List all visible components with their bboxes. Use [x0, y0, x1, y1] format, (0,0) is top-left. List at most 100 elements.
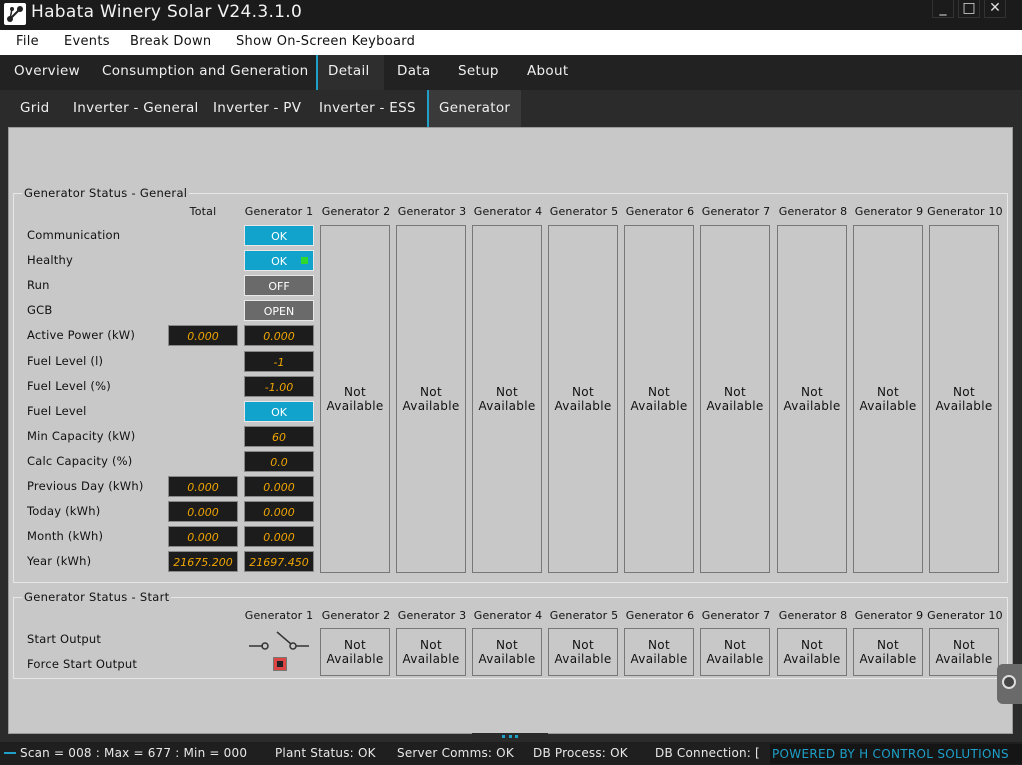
- status-db-connection: DB Connection: [: [655, 746, 760, 760]
- menu-events[interactable]: Events: [64, 34, 110, 49]
- row-label: Active Power (kW): [27, 328, 136, 342]
- generator-9-not-available: Not Available: [853, 225, 923, 573]
- generator-9-header: Generator 9: [854, 205, 924, 218]
- menu-break-down[interactable]: Break Down: [130, 34, 211, 49]
- tab-inverter-ess[interactable]: Inverter - ESS: [309, 90, 426, 127]
- start-generator-5-not-available: Not Available: [548, 628, 618, 676]
- total-value: 0.000: [168, 325, 238, 346]
- row-label: Fuel Level (l): [27, 354, 104, 368]
- generator-3-header: Generator 3: [397, 205, 467, 218]
- force-start-button[interactable]: [273, 657, 287, 671]
- close-button[interactable]: ✕: [984, 0, 1006, 18]
- row-label: Month (kWh): [27, 529, 104, 543]
- start-generator-9-not-available: Not Available: [853, 628, 923, 676]
- status-server-comms: Server Comms: OK: [397, 746, 514, 760]
- generator-10-header: Generator 10: [927, 205, 1003, 218]
- generator-4-header: Generator 4: [473, 205, 543, 218]
- drawer-handle[interactable]: [472, 733, 548, 742]
- start-generator-2-header: Generator 2: [321, 609, 391, 622]
- grip-icon: [502, 735, 518, 738]
- maximize-button[interactable]: □: [958, 0, 980, 18]
- tab-generator[interactable]: Generator: [427, 90, 521, 127]
- force-start-output-label: Force Start Output: [27, 657, 138, 671]
- generator-panel: Generator Status - General Generator Sta…: [8, 127, 1013, 734]
- status-bar: Scan = 008 : Max = 677 : Min = 000 Plant…: [0, 742, 1022, 765]
- total-value: 0.000: [168, 476, 238, 497]
- start-generator-7-not-available: Not Available: [700, 628, 770, 676]
- start-generator-3-not-available: Not Available: [396, 628, 466, 676]
- status-db-process: DB Process: OK: [533, 746, 628, 760]
- tab-setup[interactable]: Setup: [448, 55, 509, 90]
- start-output-label: Start Output: [27, 632, 102, 646]
- generator-1-value: -1: [244, 351, 314, 372]
- powered-by-label: POWERED BY H CONTROL SOLUTIONS: [770, 744, 1022, 764]
- tab-grid[interactable]: Grid: [10, 90, 60, 127]
- status-accent-icon: [4, 752, 16, 754]
- start-generator-10-not-available: Not Available: [929, 628, 999, 676]
- generator-1-header: Generator 1: [244, 205, 314, 218]
- tab-detail[interactable]: Detail: [316, 55, 384, 90]
- row-label: Run: [27, 278, 50, 292]
- tab-consumption-generation[interactable]: Consumption and Generation: [92, 55, 319, 90]
- row-label: Today (kWh): [27, 504, 101, 518]
- menu-show-keyboard[interactable]: Show On-Screen Keyboard: [236, 34, 415, 49]
- start-generator-8-not-available: Not Available: [777, 628, 847, 676]
- generator-5-header: Generator 5: [549, 205, 619, 218]
- start-generator-4-not-available: Not Available: [472, 628, 542, 676]
- sub-tab-bar: Grid Inverter - General Inverter - PV In…: [0, 90, 1022, 127]
- generator-8-header: Generator 8: [778, 205, 848, 218]
- force-start-indicator-icon: [277, 661, 283, 667]
- tab-overview[interactable]: Overview: [4, 55, 90, 90]
- start-generator-6-not-available: Not Available: [624, 628, 694, 676]
- title-bar: Habata Winery Solar V24.3.1.0 _ □ ✕: [0, 0, 1022, 30]
- row-label: Min Capacity (kW): [27, 429, 136, 443]
- status-scan: Scan = 008 : Max = 677 : Min = 000: [20, 746, 248, 760]
- row-label: Fuel Level: [27, 404, 87, 418]
- generator-6-header: Generator 6: [625, 205, 695, 218]
- start-generator-7-header: Generator 7: [701, 609, 771, 622]
- generator-1-value: OFF: [244, 275, 314, 296]
- row-label: Previous Day (kWh): [27, 479, 144, 493]
- start-generator-2-not-available: Not Available: [320, 628, 390, 676]
- total-value: 0.000: [168, 526, 238, 547]
- generator-1-value: 0.0: [244, 451, 314, 472]
- menu-bar: File Events Break Down Show On-Screen Ke…: [0, 30, 1022, 55]
- tab-inverter-general[interactable]: Inverter - General: [63, 90, 209, 127]
- healthy-led-icon: [301, 257, 308, 264]
- generator-1-value: OK: [244, 401, 314, 422]
- start-generator-1-header: Generator 1: [244, 609, 314, 622]
- generator-1-value: 0.000: [244, 476, 314, 497]
- start-generator-10-header: Generator 10: [927, 609, 1003, 622]
- window-title: Habata Winery Solar V24.3.1.0: [31, 2, 303, 22]
- generator-4-not-available: Not Available: [472, 225, 542, 573]
- generator-1-value: 60: [244, 426, 314, 447]
- generator-10-not-available: Not Available: [929, 225, 999, 573]
- main-tab-bar: Overview Consumption and Generation Deta…: [0, 55, 1022, 90]
- start-generator-8-header: Generator 8: [778, 609, 848, 622]
- total-column-header: Total: [189, 205, 217, 218]
- tab-data[interactable]: Data: [387, 55, 440, 90]
- start-generator-6-header: Generator 6: [625, 609, 695, 622]
- menu-file[interactable]: File: [16, 34, 39, 49]
- row-label: Year (kWh): [27, 554, 92, 568]
- row-label: Fuel Level (%): [27, 379, 111, 393]
- generator-1-value: -1.00: [244, 376, 314, 397]
- generator-8-not-available: Not Available: [777, 225, 847, 573]
- generator-2-not-available: Not Available: [320, 225, 390, 573]
- minimize-button[interactable]: _: [932, 0, 954, 18]
- tab-about[interactable]: About: [517, 55, 578, 90]
- start-generator-9-header: Generator 9: [854, 609, 924, 622]
- start-output-switch-icon: [247, 628, 311, 650]
- generator-1-value: OPEN: [244, 300, 314, 321]
- generator-1-value: 0.000: [244, 325, 314, 346]
- generator-1-value: OK: [244, 225, 314, 246]
- remote-support-tab[interactable]: [997, 664, 1022, 704]
- tab-inverter-pv[interactable]: Inverter - PV: [203, 90, 311, 127]
- generator-7-not-available: Not Available: [700, 225, 770, 573]
- start-generator-5-header: Generator 5: [549, 609, 619, 622]
- generator-7-header: Generator 7: [701, 205, 771, 218]
- generator-5-not-available: Not Available: [548, 225, 618, 573]
- content-area: Generator Status - General Generator Sta…: [0, 127, 1022, 742]
- app-logo-icon: [4, 3, 26, 25]
- start-generator-3-header: Generator 3: [397, 609, 467, 622]
